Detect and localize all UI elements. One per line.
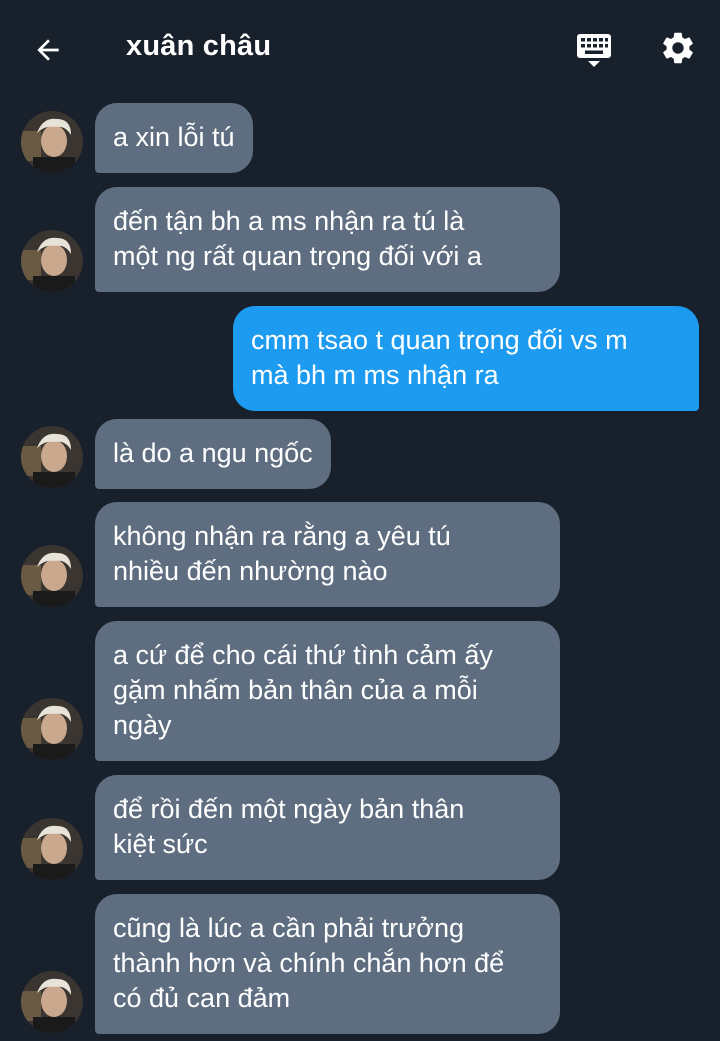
arrow-left-icon [37, 39, 59, 61]
dm-conversation-screen: xuân châu a xin lỗi tú đến tận bh a ms n… [0, 0, 720, 1041]
settings-button[interactable] [656, 26, 700, 70]
avatar[interactable] [21, 545, 83, 607]
message-bubble-received: là do a ngu ngốc [95, 419, 331, 489]
message-bubble-received: cũng là lúc a cần phải trưởng thành hơn … [95, 894, 560, 1034]
conversation-header: xuân châu [0, 0, 720, 96]
message-bubble-received: không nhận ra rằng a yêu tú nhiều đến nh… [95, 502, 560, 607]
message-bubble-sent: cmm tsao t quan trọng đối vs m mà bh m m… [233, 306, 699, 411]
message-bubble-received: a xin lỗi tú [95, 103, 253, 173]
message-bubble-received: để rồi đến một ngày bản thân kiệt sức [95, 775, 560, 880]
keyboard-button[interactable] [572, 28, 616, 72]
keyboard-icon [577, 34, 611, 67]
gear-icon [663, 32, 693, 64]
back-button[interactable] [26, 28, 70, 72]
conversation-title: xuân châu [126, 30, 272, 62]
avatar[interactable] [21, 230, 83, 292]
message-bubble-received: a cứ để cho cái thứ tình cảm ấy gặm nhấm… [95, 621, 560, 761]
avatar[interactable] [21, 971, 83, 1033]
avatar[interactable] [21, 818, 83, 880]
message-bubble-received: đến tận bh a ms nhận ra tú là một ng rất… [95, 187, 560, 292]
avatar[interactable] [21, 426, 83, 488]
avatar[interactable] [21, 111, 83, 173]
avatar[interactable] [21, 698, 83, 760]
